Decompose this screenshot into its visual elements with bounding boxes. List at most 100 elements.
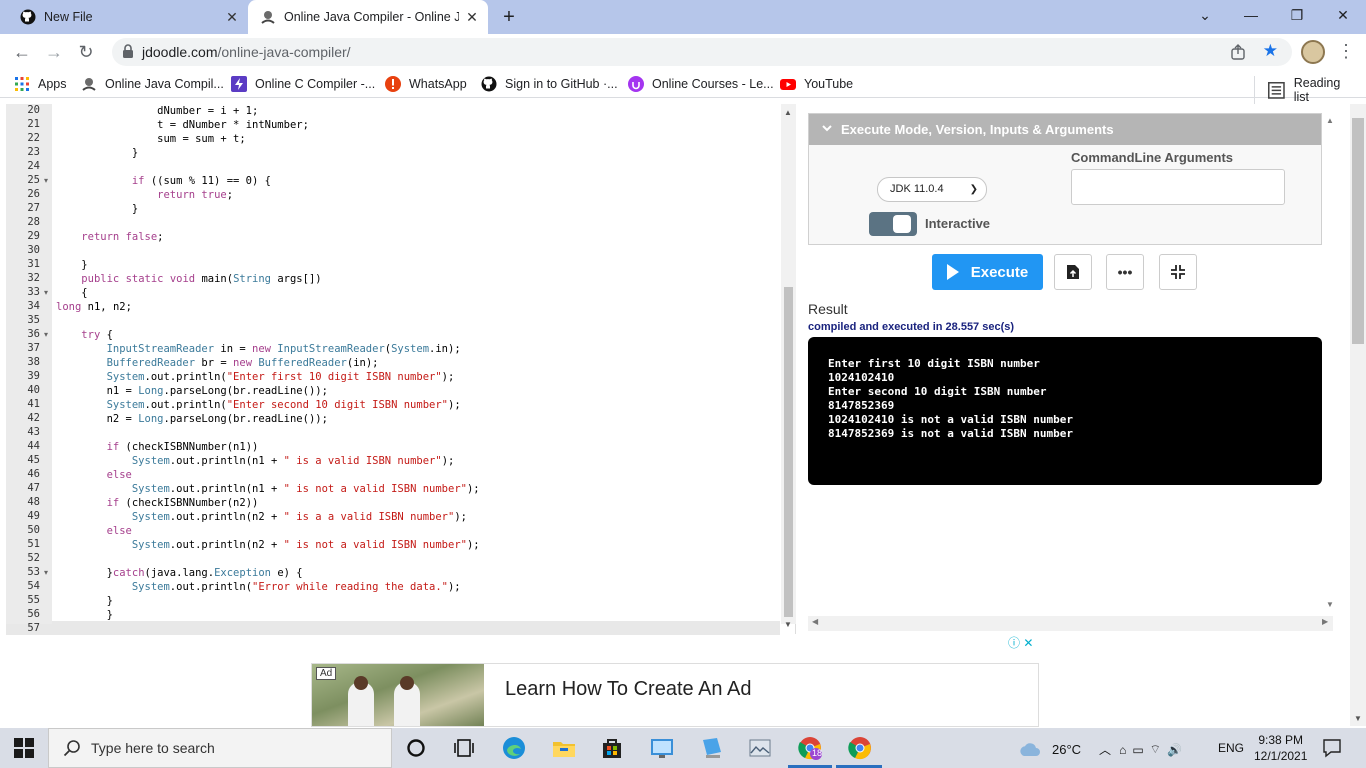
close-icon[interactable]: ✕ (224, 9, 240, 25)
close-icon[interactable]: ✕ (464, 9, 480, 25)
code-line: dNumber = i + 1; (157, 105, 259, 117)
chrome-icon[interactable] (848, 736, 872, 760)
line-number: 35 (27, 314, 40, 326)
code-line: } (56, 147, 139, 159)
page-scrollbar[interactable]: ▼ (1350, 104, 1366, 726)
bookmark-online-courses[interactable]: Online Courses - Le... (628, 76, 774, 92)
code-line: } (56, 609, 113, 621)
scroll-down-icon[interactable]: ▼ (784, 620, 792, 629)
line-number: 46 (27, 468, 40, 480)
volume-icon[interactable]: 🔊 (1167, 743, 1182, 757)
output-console[interactable]: Enter first 10 digit ISBN number 10241024… (808, 337, 1322, 485)
interactive-label: Interactive (925, 216, 991, 231)
file-explorer-icon[interactable] (552, 736, 576, 760)
bookmark-online-c-compiler[interactable]: Online C Compiler -... (231, 76, 375, 92)
tab-title: New File (44, 10, 93, 24)
ad-choices-close[interactable]: ⓘ ✕ (1008, 634, 1033, 651)
github-icon (20, 9, 36, 25)
scrollbar-thumb[interactable] (1352, 118, 1364, 344)
bookmark-apps[interactable]: Apps (14, 76, 67, 92)
scroll-left-icon[interactable]: ◀ (812, 617, 818, 626)
forward-button[interactable]: → (40, 38, 68, 66)
execution-panel: Execute Mode, Version, Inputs & Argument… (797, 104, 1350, 634)
edge-icon[interactable] (502, 736, 526, 760)
scroll-down-icon[interactable]: ▼ (1326, 600, 1334, 609)
line-number: 57 (27, 622, 40, 634)
task-view-icon[interactable] (452, 736, 476, 760)
upload-file-button[interactable] (1054, 254, 1092, 290)
chevron-up-icon[interactable]: ︿ (1099, 741, 1111, 758)
scroll-up-icon[interactable]: ▲ (1326, 116, 1334, 125)
weather-widget[interactable]: 26°C ︿ ⌂ ▭ ⌔ 🔊 (1018, 741, 1182, 758)
battery-icon[interactable]: ▭ (1132, 743, 1143, 757)
language-indicator[interactable]: ENG (1218, 741, 1244, 755)
output-horizontal-scrollbar[interactable]: ◀ ▶ (808, 616, 1333, 631)
scroll-up-icon[interactable]: ▲ (784, 108, 792, 117)
search-icon (63, 740, 80, 757)
photos-icon[interactable] (748, 736, 772, 760)
clock-time: 9:38 PM (1258, 733, 1304, 747)
restore-button[interactable]: ❐ (1274, 0, 1320, 32)
bookmark-github[interactable]: Sign in to GitHub ·... (481, 76, 618, 92)
bookmark-online-java-compiler[interactable]: Online Java Compil... (81, 76, 224, 92)
control-panel-icon[interactable] (650, 736, 674, 760)
address-bar[interactable]: jdoodle.com/online-java-compiler/ ★ (112, 38, 1292, 66)
scroll-down-icon[interactable]: ▼ (1354, 714, 1362, 723)
bookmark-star-icon[interactable]: ★ (1263, 41, 1278, 61)
scrollbar-thumb[interactable] (784, 287, 793, 617)
commandline-arguments-input[interactable] (1071, 169, 1285, 205)
ad-badge: Ad (316, 667, 337, 680)
wifi-icon[interactable]: ⌔ (1150, 742, 1161, 757)
more-options-button[interactable]: ••• (1106, 254, 1144, 290)
advertisement[interactable]: Ad Learn How To Create An Ad (311, 663, 1039, 727)
tab-search-icon[interactable]: ⌄ (1182, 0, 1228, 32)
weather-temp: 26°C (1052, 742, 1082, 757)
bookmark-youtube[interactable]: YouTube (780, 76, 853, 92)
code-line: System.out.println(n1 + " is a valid ISB… (131, 455, 455, 467)
line-number: 37 (27, 342, 40, 354)
share-icon[interactable] (1230, 44, 1246, 60)
taskbar-search[interactable]: Type here to search (48, 728, 392, 768)
output-line: Enter second 10 digit ISBN number (828, 385, 1047, 398)
jdk-version-select[interactable]: JDK 11.0.4 ❯ (877, 177, 987, 202)
computer-icon[interactable] (700, 736, 724, 760)
collapse-button[interactable] (1159, 254, 1197, 290)
chevron-down-icon: ❯ (969, 184, 978, 195)
store-icon[interactable] (600, 736, 624, 760)
code-area[interactable]: dNumber = i + 1; t = dNumber * intNumber… (56, 104, 780, 624)
editor-scrollbar[interactable]: ▲ ▼ (781, 104, 796, 629)
tab-new-file[interactable]: New File ✕ (8, 0, 248, 34)
reload-button[interactable]: ↻ (72, 38, 100, 66)
code-editor[interactable]: 20 21 22 23 24 25 ▾ 26 27 28 29 30 31 32 33 ▾ 34 35 36 ▾ 37 3… (0, 104, 796, 635)
execute-mode-panel: Execute Mode, Version, Inputs & Argument… (808, 113, 1322, 245)
reading-list-button[interactable]: Reading list (1254, 76, 1340, 104)
ad-head-2 (400, 676, 414, 690)
menu-icon[interactable]: ⋮ (1337, 40, 1355, 64)
interactive-toggle[interactable] (869, 212, 917, 236)
tab-online-java-compiler[interactable]: Online Java Compiler - Online Ja ✕ (248, 0, 488, 34)
bookmark-whatsapp[interactable]: WhatsApp (385, 76, 467, 92)
minimize-button[interactable]: — (1228, 0, 1274, 32)
start-button[interactable] (0, 728, 48, 768)
execute-mode-header[interactable]: Execute Mode, Version, Inputs & Argument… (809, 114, 1321, 145)
clock[interactable]: 9:38 PM 12/1/2021 (1254, 732, 1307, 764)
close-window-button[interactable]: ✕ (1320, 0, 1366, 32)
tab-strip: New File ✕ Online Java Compiler - Online… (0, 0, 1366, 34)
profile-avatar[interactable] (1301, 40, 1325, 64)
fold-arrow-icon[interactable]: ▾ (44, 288, 48, 297)
fold-arrow-icon[interactable]: ▾ (44, 176, 48, 185)
scroll-right-icon[interactable]: ▶ (1322, 617, 1328, 626)
back-button[interactable]: ← (8, 38, 36, 66)
fold-arrow-icon[interactable]: ▾ (44, 330, 48, 339)
browser-toolbar: ← → ↻ jdoodle.com/online-java-compiler/ … (0, 34, 1366, 70)
notification-icon[interactable] (1322, 738, 1342, 758)
execute-button[interactable]: Execute (932, 254, 1043, 290)
line-number: 47 (27, 482, 40, 494)
bookmarks-bar: Apps Online Java Compil... Online C Comp… (0, 70, 1366, 104)
new-tab-button[interactable]: + (498, 6, 520, 28)
panel-vertical-scrollbar[interactable]: ▲ ▼ (1323, 112, 1337, 612)
fold-arrow-icon[interactable]: ▾ (44, 568, 48, 577)
network-icon[interactable]: ⌂ (1119, 743, 1126, 757)
code-line: public static void main(String args[]) (81, 273, 322, 285)
cortana-icon[interactable] (404, 736, 428, 760)
